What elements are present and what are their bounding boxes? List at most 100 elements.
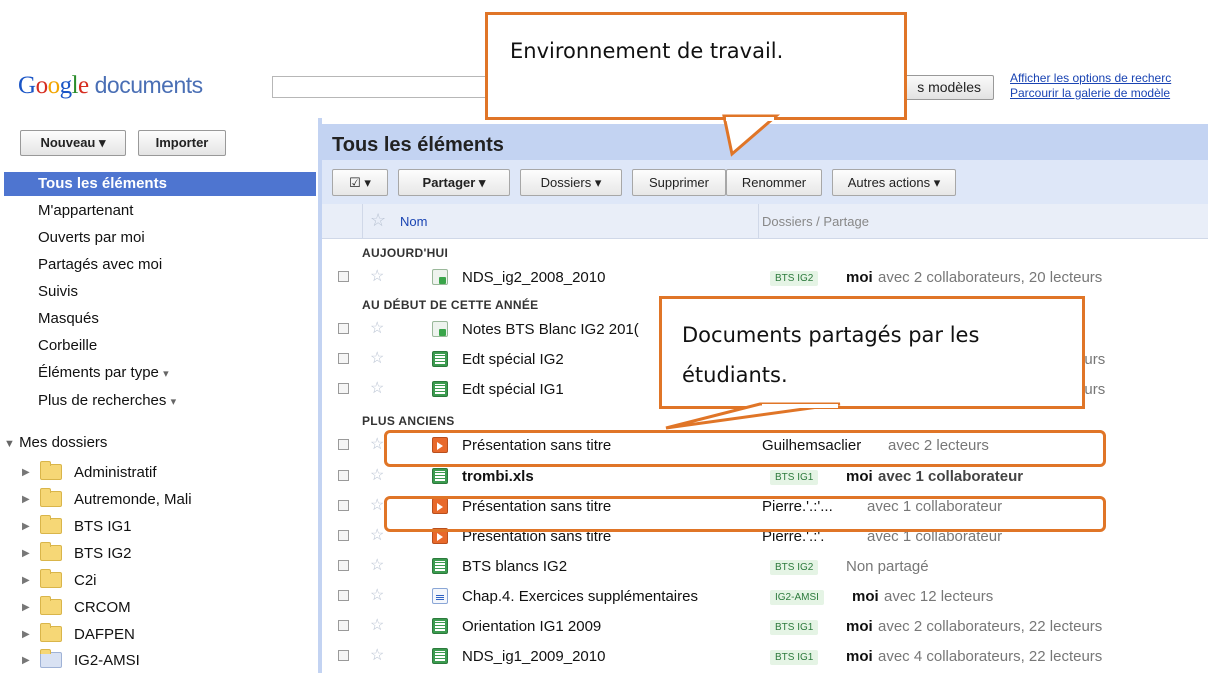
star-icon[interactable]: ☆ (370, 585, 384, 605)
star-icon[interactable]: ☆ (370, 465, 384, 485)
star-icon[interactable]: ☆ (370, 495, 384, 515)
folder-icon (40, 596, 62, 615)
callout-text: Documents partagés par les (682, 323, 980, 347)
folder-tag[interactable]: BTS IG1 (770, 650, 819, 665)
folder-item[interactable]: ▶ BTS IG1 (22, 514, 132, 538)
chevron-down-icon: ▾ (478, 175, 486, 190)
rename-button[interactable]: Renommer (726, 169, 822, 196)
google-docs-logo[interactable]: Google documents (18, 72, 203, 100)
row-checkbox[interactable] (338, 560, 349, 571)
folder-item[interactable]: ▶ BTS IG2 (22, 541, 132, 565)
document-name[interactable]: Edt spécial IG2 (462, 351, 564, 368)
nav-item-hidden[interactable]: Masqués (38, 310, 99, 327)
folder-item[interactable]: ▶ CRCOM (22, 595, 131, 619)
star-icon[interactable]: ☆ (370, 266, 384, 286)
new-button[interactable]: Nouveau ▾ (20, 130, 126, 156)
expand-triangle-icon[interactable]: ▶ (22, 629, 40, 640)
star-icon[interactable]: ☆ (370, 210, 386, 231)
row-checkbox[interactable] (338, 470, 349, 481)
row-checkbox[interactable] (338, 530, 349, 541)
expand-triangle-icon[interactable]: ▶ (22, 602, 40, 613)
sharing-detail: avec 2 collaborateurs, 20 lecteurs (878, 269, 1103, 286)
import-button[interactable]: Importer (138, 130, 226, 156)
document-name[interactable]: NDS_ig2_2008_2010 (462, 269, 605, 286)
document-name[interactable]: NDS_ig1_2009_2010 (462, 648, 605, 665)
row-checkbox[interactable] (338, 620, 349, 631)
search-options-link[interactable]: Afficher les options de recherc (1010, 71, 1171, 85)
row-checkbox[interactable] (338, 650, 349, 661)
highlight-shared-row (384, 430, 1106, 467)
search-input[interactable] (272, 76, 492, 98)
document-name[interactable]: Orientation IG1 2009 (462, 618, 601, 635)
expand-triangle-icon[interactable]: ▶ (22, 655, 40, 666)
nav-item-shared-with-me[interactable]: Partagés avec moi (38, 256, 162, 273)
select-all-checkbox-menu[interactable]: ☑ ▾ (332, 169, 388, 196)
document-name[interactable]: BTS blancs IG2 (462, 558, 567, 575)
folder-item[interactable]: ▶ Administratif (22, 460, 157, 484)
template-gallery-link[interactable]: Parcourir la galerie de modèle (1010, 86, 1170, 100)
document-row[interactable]: ☆ BTS blancs IG2 BTS IG2 Non partagé (322, 553, 1208, 579)
folder-tag[interactable]: BTS IG2 (770, 271, 819, 286)
folder-icon (40, 623, 62, 642)
expand-triangle-icon[interactable]: ▶ (22, 494, 40, 505)
row-checkbox[interactable] (338, 353, 349, 364)
star-icon[interactable]: ☆ (370, 434, 384, 454)
callout-pointer (665, 402, 841, 430)
expand-triangle-icon[interactable]: ▶ (22, 521, 40, 532)
column-name-header[interactable]: Nom (400, 214, 427, 229)
document-name[interactable]: Edt spécial IG1 (462, 381, 564, 398)
document-name[interactable]: Chap.4. Exercices supplémentaires (462, 588, 698, 605)
folder-item[interactable]: ▶ DAFPEN (22, 622, 135, 646)
folder-item[interactable]: ▶ C2i (22, 568, 97, 592)
row-checkbox[interactable] (338, 590, 349, 601)
star-icon[interactable]: ☆ (370, 378, 384, 398)
nav-item-mine[interactable]: M'appartenant (38, 202, 133, 219)
star-icon[interactable]: ☆ (370, 555, 384, 575)
share-button[interactable]: Partager ▾ (398, 169, 510, 196)
folder-tag[interactable]: BTS IG1 (770, 470, 819, 485)
expand-triangle-icon[interactable]: ▶ (22, 467, 40, 478)
star-icon[interactable]: ☆ (370, 348, 384, 368)
folder-icon (40, 461, 62, 480)
callout-shared-documents: Documents partagés par les étudiants. (659, 296, 1085, 409)
folder-item[interactable]: ▶ Autremonde, Mali (22, 487, 192, 511)
document-row[interactable]: ☆ Chap.4. Exercices supplémentaires IG2-… (322, 583, 1208, 609)
delete-button[interactable]: Supprimer (632, 169, 726, 196)
folder-tag[interactable]: BTS IG1 (770, 620, 819, 635)
nav-item-followed[interactable]: Suivis (38, 283, 78, 300)
spreadsheet-icon (432, 648, 448, 664)
folder-tag[interactable]: BTS IG2 (770, 560, 819, 575)
folders-button[interactable]: Dossiers ▾ (520, 169, 622, 196)
document-name[interactable]: trombi.xls (462, 468, 534, 485)
row-checkbox[interactable] (338, 271, 349, 282)
star-icon[interactable]: ☆ (370, 525, 384, 545)
nav-item-all-items[interactable]: Tous les éléments (4, 172, 316, 196)
nav-item-trash[interactable]: Corbeille (38, 337, 97, 354)
star-icon[interactable]: ☆ (370, 645, 384, 665)
folder-icon (40, 515, 62, 534)
nav-item-opened-by-me[interactable]: Ouverts par moi (38, 229, 145, 246)
callout-text: Environnement de travail. (510, 39, 784, 63)
document-row[interactable]: ☆ Orientation IG1 2009 BTS IG1 moi avec … (322, 613, 1208, 639)
row-checkbox[interactable] (338, 323, 349, 334)
document-row[interactable]: ☆ NDS_ig2_2008_2010 BTS IG2 moi avec 2 c… (322, 264, 1208, 290)
document-row[interactable]: ☆ NDS_ig1_2009_2010 BTS IG1 moi avec 4 c… (322, 643, 1208, 669)
column-share-header[interactable]: Dossiers / Partage (762, 214, 869, 229)
folder-item[interactable]: ▶ IG2-AMSI (22, 648, 140, 672)
expand-triangle-icon[interactable]: ▶ (22, 575, 40, 586)
star-icon[interactable]: ☆ (370, 615, 384, 635)
folder-tag[interactable]: IG2-AMSI (770, 590, 824, 605)
row-checkbox[interactable] (338, 500, 349, 511)
row-checkbox[interactable] (338, 439, 349, 450)
chevron-down-icon: ▾ (170, 396, 177, 408)
star-icon[interactable]: ☆ (370, 318, 384, 338)
row-checkbox[interactable] (338, 383, 349, 394)
folders-section-title[interactable]: ▼ Mes dossiers (4, 434, 107, 451)
toolbar: ☑ ▾ Partager ▾ Dossiers ▾ Supprimer Reno… (322, 160, 1208, 204)
expand-triangle-icon[interactable]: ▶ (22, 548, 40, 559)
document-name[interactable]: Notes BTS Blanc IG2 201( (462, 321, 639, 338)
more-actions-button[interactable]: Autres actions ▾ (832, 169, 956, 196)
group-header: AUJOURD'HUI (362, 246, 449, 260)
nav-item-items-by-type[interactable]: Éléments par type ▾ (38, 364, 169, 381)
nav-item-more-searches[interactable]: Plus de recherches ▾ (38, 392, 176, 409)
